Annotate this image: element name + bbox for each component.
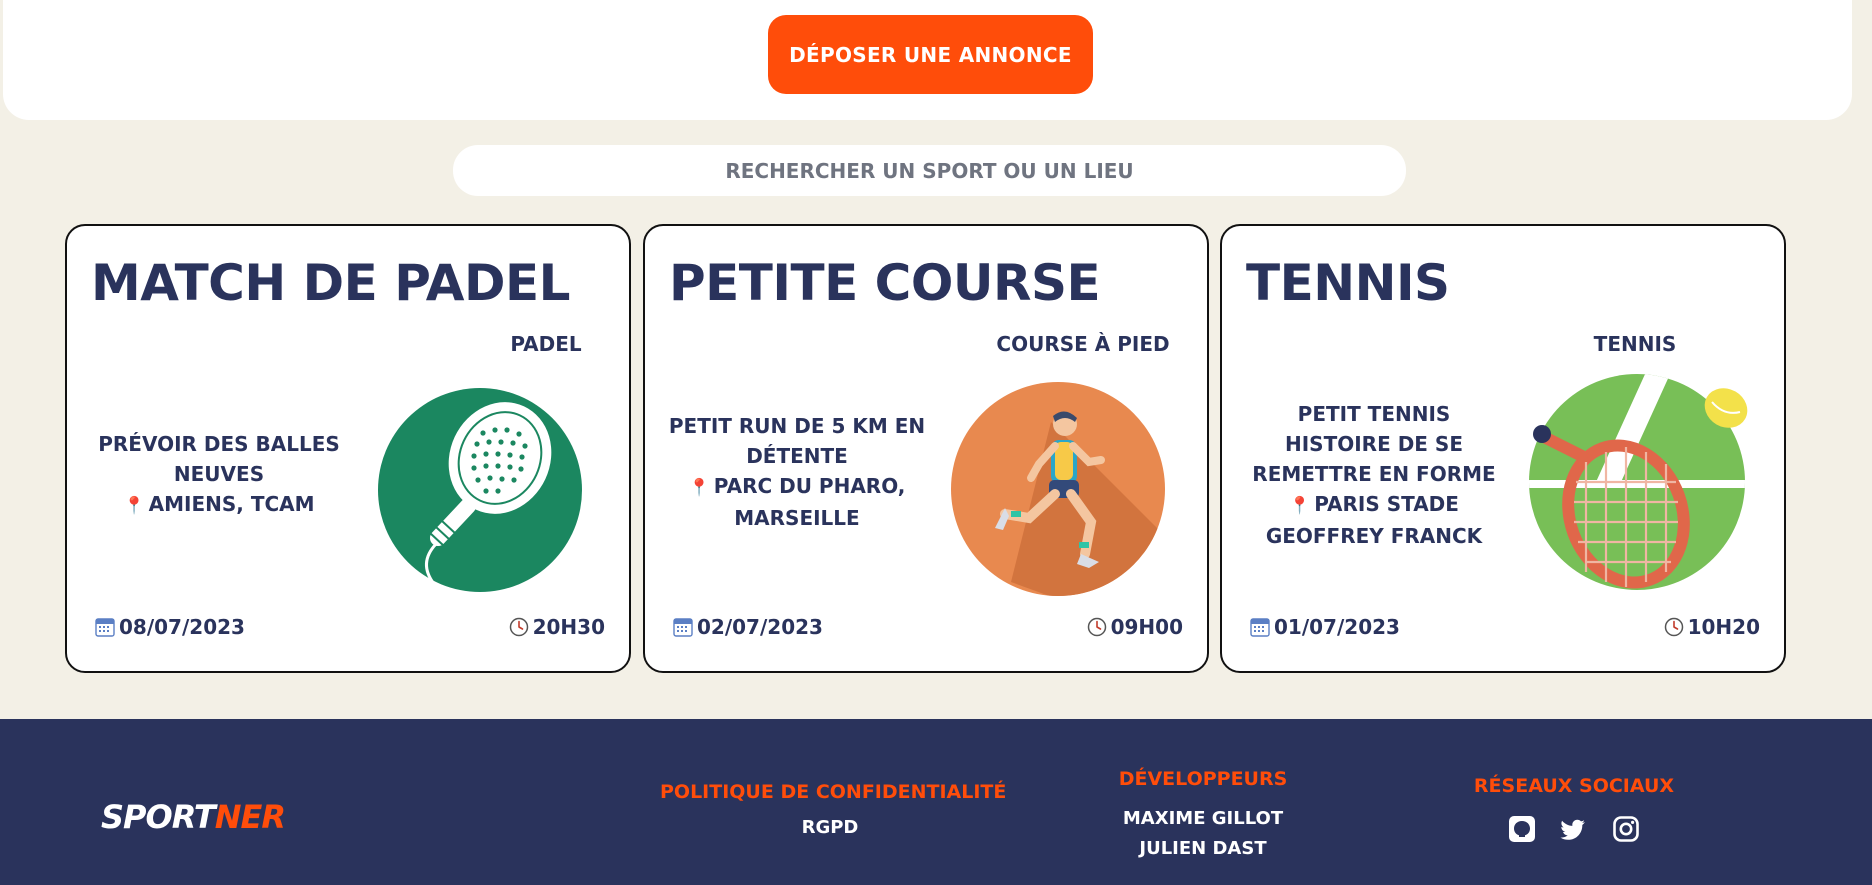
card-title: TENNIS — [1246, 254, 1450, 312]
top-panel: DÉPOSER UNE ANNONCE — [3, 0, 1852, 120]
calendar-icon — [95, 618, 115, 637]
calendar-icon — [1250, 618, 1270, 637]
social-column: RÉSEAUX SOCIAUX — [1456, 775, 1692, 843]
card-description: PETIT RUN DE 5 KM EN DÉTENTE — [668, 414, 926, 468]
location-pin-icon: 📍 — [1289, 496, 1311, 516]
card-time-text: 10H20 — [1687, 615, 1760, 639]
logo-text-ner: NER — [214, 798, 286, 836]
location-pin-icon: 📍 — [123, 496, 145, 516]
card-time: 09H00 — [1087, 615, 1183, 639]
clock-icon — [1087, 617, 1106, 637]
card-sport: COURSE À PIED — [996, 332, 1170, 356]
clock-icon — [1664, 617, 1683, 637]
card-sport: PADEL — [510, 332, 582, 356]
card-location: 📍 PARIS STADE GEOFFREY FRANCK — [1248, 489, 1500, 551]
developer-link[interactable]: MAXIME GILLOT — [1090, 804, 1316, 834]
calendar-icon — [673, 618, 693, 637]
card-description-block: PETIT RUN DE 5 KM EN DÉTENTE 📍 PARC DU PH… — [667, 411, 927, 533]
twitter-icon[interactable] — [1560, 815, 1588, 843]
card-description-block: PETIT TENNIS HISTOIRE DE SE REMETTRE EN … — [1248, 399, 1500, 551]
card-time-text: 09H00 — [1110, 615, 1183, 639]
event-card-tennis[interactable]: TENNIS TENNIS PETIT TENNIS HISTOIRE DE S… — [1220, 224, 1786, 673]
social-icons — [1456, 815, 1692, 843]
card-time: 10H20 — [1664, 615, 1760, 639]
event-card-course[interactable]: PETITE COURSE COURSE À PIED PETIT RUN DE… — [643, 224, 1209, 673]
developer-link[interactable]: JULIEN DAST — [1090, 834, 1316, 864]
card-date-text: 02/07/2023 — [697, 615, 823, 639]
github-icon[interactable] — [1508, 815, 1536, 843]
card-description-block: PRÉVOIR DES BALLES NEUVES 📍 AMIENS, TCAM — [89, 429, 349, 521]
card-time: 20H30 — [509, 615, 605, 639]
rgpd-link[interactable]: RGPD — [660, 813, 1000, 843]
card-title: MATCH DE PADEL — [91, 254, 570, 312]
instagram-icon[interactable] — [1612, 815, 1640, 843]
location-pin-icon: 📍 — [688, 478, 710, 498]
social-heading: RÉSEAUX SOCIAUX — [1473, 775, 1675, 797]
card-description: PETIT TENNIS HISTOIRE DE SE REMETTRE EN … — [1252, 402, 1496, 486]
privacy-heading: POLITIQUE DE CONFIDENTIALITÉ — [660, 781, 1007, 803]
card-date: 02/07/2023 — [673, 615, 823, 639]
clock-icon — [509, 617, 528, 637]
card-location: 📍 PARC DU PHARO, MARSEILLE — [667, 471, 927, 533]
footer-logo[interactable]: SPORTNER — [101, 798, 286, 836]
card-location-text: PARC DU PHARO, MARSEILLE — [713, 474, 906, 530]
developers-column: DÉVELOPPEURS MAXIME GILLOT JULIEN DAST — [1090, 768, 1316, 864]
card-sport: TENNIS — [1593, 332, 1677, 356]
padel-racket-icon — [378, 388, 582, 592]
card-date: 01/07/2023 — [1250, 615, 1400, 639]
post-ad-button[interactable]: DÉPOSER UNE ANNONCE — [768, 15, 1093, 94]
card-description: PRÉVOIR DES BALLES NEUVES — [98, 432, 340, 486]
card-time-text: 20H30 — [532, 615, 605, 639]
developers-heading: DÉVELOPPEURS — [1118, 768, 1288, 790]
runner-icon — [951, 382, 1165, 596]
event-card-padel[interactable]: MATCH DE PADEL PADEL PRÉVOIR DES BALLES … — [65, 224, 631, 673]
card-title: PETITE COURSE — [669, 254, 1101, 312]
logo-text-sport: SPORT — [101, 798, 216, 836]
card-date-text: 01/07/2023 — [1274, 615, 1400, 639]
card-location: 📍 AMIENS, TCAM — [89, 489, 349, 521]
card-date-text: 08/07/2023 — [119, 615, 245, 639]
tennis-racket-icon — [1529, 374, 1748, 590]
search-input[interactable] — [453, 145, 1406, 196]
footer: SPORTNER POLITIQUE DE CONFIDENTIALITÉ RG… — [0, 719, 1872, 885]
privacy-column: POLITIQUE DE CONFIDENTIALITÉ RGPD — [660, 781, 1007, 843]
card-location-text: AMIENS, TCAM — [148, 492, 315, 516]
card-date: 08/07/2023 — [95, 615, 245, 639]
